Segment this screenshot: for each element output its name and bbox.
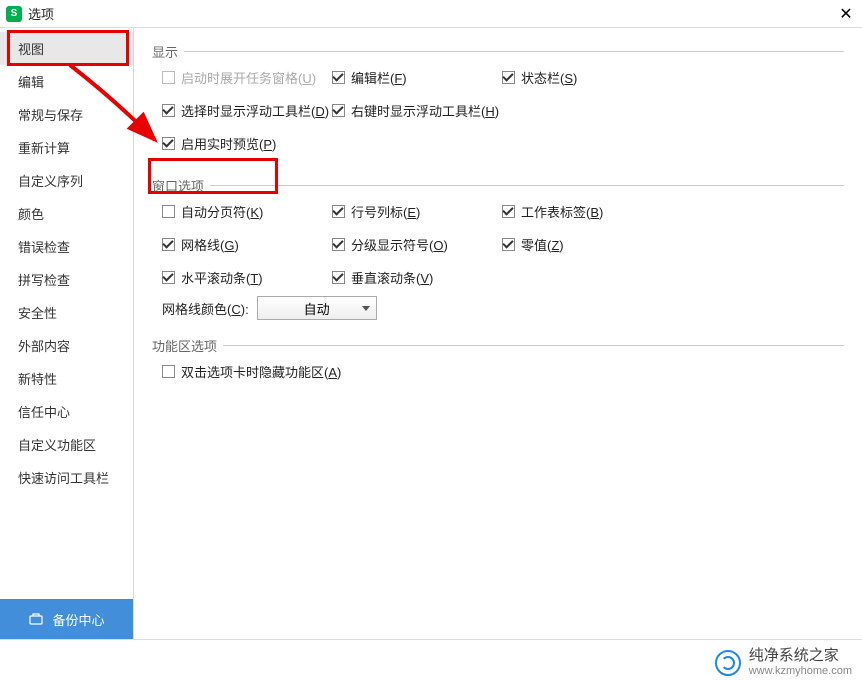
checkbox-h-scrollbar[interactable]: 水平滚动条(T) [162, 268, 332, 287]
checkbox-edit-bar[interactable]: 编辑栏(F) [332, 68, 502, 87]
sidebar-item-custom-ribbon[interactable]: 自定义功能区 [0, 428, 133, 461]
checkbox-icon [162, 365, 175, 378]
checkbox-sheet-tabs[interactable]: 工作表标签(B) [502, 202, 662, 221]
sidebar-item-general-save[interactable]: 常规与保存 [0, 98, 133, 131]
gridline-color-combobox[interactable]: 自动 [257, 296, 377, 320]
checkbox-icon [162, 271, 175, 284]
sidebar-item-quick-access[interactable]: 快速访问工具栏 [0, 461, 133, 494]
backup-icon [28, 611, 44, 627]
checkbox-outline-symbols[interactable]: 分级显示符号(O) [332, 235, 502, 254]
sidebar: 视图 编辑 常规与保存 重新计算 自定义序列 颜色 错误检查 拼写检查 安全性 … [0, 28, 134, 639]
checkbox-zero-values[interactable]: 零值(Z) [502, 235, 662, 254]
sidebar-item-view[interactable]: 视图 [0, 32, 133, 65]
watermark-title: 纯净系统之家 [749, 648, 852, 665]
backup-center-button[interactable]: 备份中心 [0, 599, 133, 639]
group-window-legend: 窗口选项 [152, 176, 210, 195]
group-ribbon-legend: 功能区选项 [152, 336, 223, 355]
checkbox-row-col-headers[interactable]: 行号列标(E) [332, 202, 502, 221]
group-display-legend: 显示 [152, 42, 184, 61]
checkbox-icon [502, 71, 515, 84]
app-icon: S [6, 6, 22, 22]
sidebar-item-trust-center[interactable]: 信任中心 [0, 395, 133, 428]
sidebar-item-security[interactable]: 安全性 [0, 296, 133, 329]
checkbox-select-float-toolbar[interactable]: 选择时显示浮动工具栏(D) [162, 101, 332, 120]
sidebar-item-new-feature[interactable]: 新特性 [0, 362, 133, 395]
checkbox-icon [162, 137, 175, 150]
titlebar: S 选项 ✕ [0, 0, 862, 28]
sidebar-item-error-check[interactable]: 错误检查 [0, 230, 133, 263]
checkbox-rightclick-float-toolbar[interactable]: 右键时显示浮动工具栏(H) [332, 101, 592, 120]
watermark: 纯净系统之家 www.kzmyhome.com [705, 644, 862, 681]
checkbox-icon [332, 205, 345, 218]
checkbox-page-break[interactable]: 自动分页符(K) [162, 202, 332, 221]
content-panel: 显示 启动时展开任务窗格(U) 编辑栏(F) 状态栏(S) 选择 [134, 28, 862, 639]
close-icon[interactable]: ✕ [836, 4, 856, 24]
checkbox-gridlines[interactable]: 网格线(G) [162, 235, 332, 254]
checkbox-icon [332, 71, 345, 84]
checkbox-icon [502, 205, 515, 218]
chevron-down-icon [362, 306, 370, 311]
checkbox-icon [332, 238, 345, 251]
checkbox-task-pane: 启动时展开任务窗格(U) [162, 68, 332, 87]
sidebar-item-recalc[interactable]: 重新计算 [0, 131, 133, 164]
sidebar-item-edit[interactable]: 编辑 [0, 65, 133, 98]
checkbox-icon [332, 271, 345, 284]
sidebar-item-spell-check[interactable]: 拼写检查 [0, 263, 133, 296]
watermark-logo-icon [715, 650, 741, 676]
sidebar-item-color[interactable]: 颜色 [0, 197, 133, 230]
group-window-options: 窗口选项 自动分页符(K) 行号列标(E) 工作表标签(B) 网 [152, 176, 844, 320]
checkbox-icon [162, 104, 175, 117]
sidebar-item-external[interactable]: 外部内容 [0, 329, 133, 362]
group-display: 显示 启动时展开任务窗格(U) 编辑栏(F) 状态栏(S) 选择 [152, 42, 844, 160]
checkbox-dblclick-hide-ribbon[interactable]: 双击选项卡时隐藏功能区(A) [162, 362, 462, 381]
checkbox-live-preview[interactable]: 启用实时预览(P) [162, 134, 332, 153]
group-ribbon-options: 功能区选项 双击选项卡时隐藏功能区(A) [152, 336, 844, 388]
checkbox-icon [502, 238, 515, 251]
checkbox-icon [162, 205, 175, 218]
gridline-color-label: 网格线颜色(C): [162, 299, 249, 318]
checkbox-icon [332, 104, 345, 117]
window-title: 选项 [28, 4, 836, 23]
watermark-url: www.kzmyhome.com [749, 665, 852, 677]
checkbox-status-bar[interactable]: 状态栏(S) [502, 68, 662, 87]
checkbox-icon [162, 238, 175, 251]
checkbox-v-scrollbar[interactable]: 垂直滚动条(V) [332, 268, 502, 287]
sidebar-item-custom-series[interactable]: 自定义序列 [0, 164, 133, 197]
checkbox-icon [162, 71, 175, 84]
